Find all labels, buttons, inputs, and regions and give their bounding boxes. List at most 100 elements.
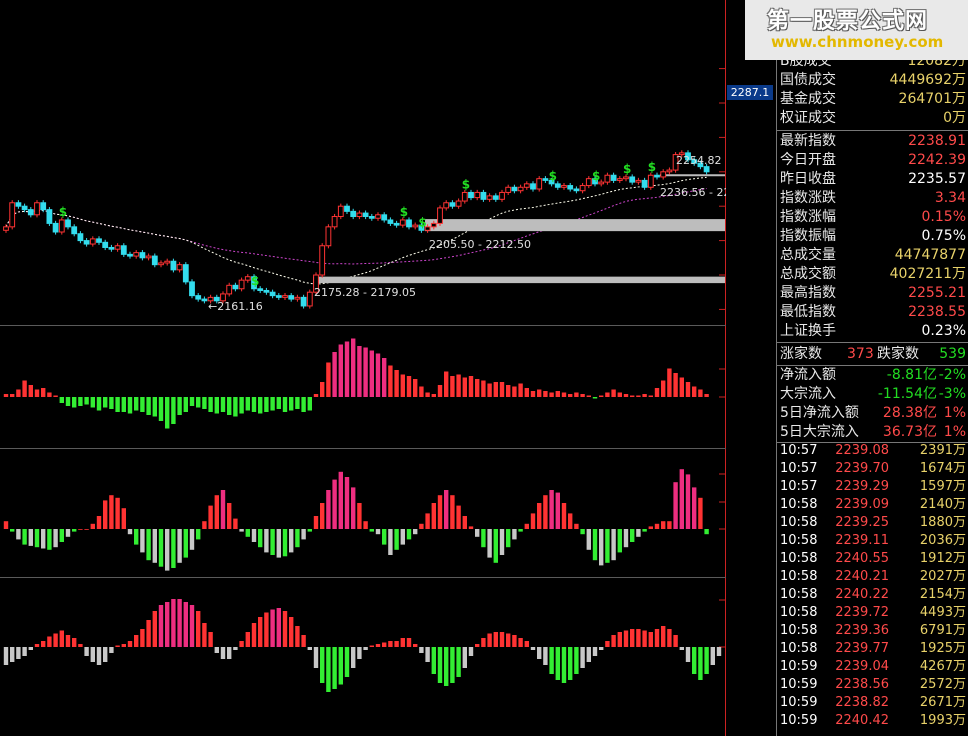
osc1-bar (10, 394, 15, 397)
osc3-bar (295, 626, 300, 647)
index-stat-value: 3.34 (934, 190, 966, 206)
osc2-bar (152, 529, 157, 563)
osc2-bar (10, 529, 15, 532)
osc2-bar (59, 529, 64, 542)
osc2-bar (28, 529, 33, 546)
osc2-bar (561, 503, 567, 529)
candle-body (616, 178, 623, 181)
osc3-bar (165, 602, 170, 647)
decliners-label: 跌家数 (877, 346, 919, 362)
osc1-bar (679, 377, 684, 397)
chart-canvas[interactable]: 23002280226022402220220021802160$$$$$$$$… (0, 0, 726, 736)
osc1-bar (183, 397, 188, 412)
candle-body (499, 191, 505, 200)
index-stat-label: 最低指数 (780, 304, 836, 320)
osc2-bar (233, 518, 238, 529)
osc2-bar (524, 523, 529, 529)
osc2-bar (506, 529, 511, 548)
support-zone-2 (425, 219, 725, 232)
candle-body (629, 176, 636, 183)
osc3-bar (580, 647, 585, 668)
index-stat-label: 总成交额 (780, 266, 836, 282)
osc2-bar (605, 529, 610, 563)
osc1-bar (580, 394, 585, 397)
osc3-bar (450, 647, 455, 683)
osc3-bar (487, 633, 492, 647)
index-stat-value: 4027211万 (889, 266, 966, 282)
osc2-bar (580, 529, 585, 535)
osc2-bar (103, 500, 108, 529)
osc2-bar (400, 529, 405, 545)
tick-time: 10:59 (780, 677, 818, 692)
osc1-bar (214, 397, 219, 414)
osc1-bar (654, 388, 660, 397)
osc2-bar (611, 529, 616, 561)
osc3-bar (3, 647, 9, 665)
osc1-bar (208, 397, 213, 412)
tick-time: 10:59 (780, 695, 818, 710)
tick-row: 10:58 2240.22 2154万 (777, 586, 968, 604)
osc1-bar (41, 388, 46, 397)
osc2-bar (258, 529, 263, 548)
candle-body (164, 260, 171, 264)
osc2-bar (555, 492, 560, 529)
candle-body (474, 191, 481, 199)
osc3-bar (109, 647, 114, 653)
candle-body (362, 212, 369, 218)
tick-price: 2239.29 (835, 479, 889, 494)
osc3-bar (258, 617, 263, 647)
osc1-bar (338, 344, 343, 397)
osc3-bar (375, 644, 381, 647)
osc1-bar (630, 395, 635, 397)
osc2-bar (239, 529, 244, 532)
candle-body (145, 255, 152, 259)
osc1-bar (568, 394, 573, 397)
osc1-bar (450, 376, 455, 397)
osc2-bar (481, 529, 486, 548)
osc2-bar (667, 521, 672, 529)
osc2-bar (549, 490, 554, 529)
candle-body (189, 281, 195, 297)
osc1-bar (685, 382, 691, 397)
osc3-bar (568, 647, 573, 680)
osc1-bar (667, 368, 672, 397)
candle-body (46, 209, 53, 224)
osc2-bar (171, 529, 176, 568)
osc3-bar (214, 647, 219, 653)
candle-body (337, 205, 344, 218)
osc1-bar (456, 374, 461, 397)
candle-body (375, 214, 381, 219)
osc1-bar (202, 397, 207, 409)
watermark-url: www.chnmoney.com (771, 33, 944, 51)
index-stat-row: 总成交额 4027211万 (777, 265, 968, 284)
candle-body (3, 226, 9, 231)
tick-row: 10:58 2239.77 1925万 (777, 640, 968, 658)
osc3-bar (233, 647, 238, 650)
candle-body (325, 226, 332, 247)
candle-body (703, 166, 710, 173)
index-stat-label: 最高指数 (780, 285, 836, 301)
candle-body (647, 174, 654, 188)
osc1-bar (506, 385, 511, 397)
osc3-bar (103, 647, 108, 662)
osc1-bar (512, 386, 517, 397)
chart-area[interactable]: 23002280226022402220220021802160$$$$$$$$… (0, 0, 726, 736)
osc1-bar (295, 397, 300, 409)
osc2-bar (369, 529, 374, 532)
osc1-bar (227, 397, 232, 415)
tick-row: 10:58 2239.09 2140万 (777, 496, 968, 514)
osc3-bar (431, 647, 436, 674)
candle-body (120, 245, 127, 255)
flow-label: 大宗流入 (780, 386, 836, 402)
osc3-bar (543, 647, 548, 665)
buy-signal-marker: $ (648, 160, 656, 174)
osc3-bar (475, 644, 480, 647)
index-stat-row: 今日开盘 2242.39 (777, 151, 968, 170)
osc2-bar (456, 505, 461, 529)
flow-pct: -2% (938, 367, 966, 383)
osc3-bar (524, 641, 529, 647)
tick-volume: 4267万 (919, 659, 966, 674)
osc1-bar (258, 397, 263, 414)
osc2-bar (270, 529, 275, 555)
osc3-bar (710, 647, 715, 665)
